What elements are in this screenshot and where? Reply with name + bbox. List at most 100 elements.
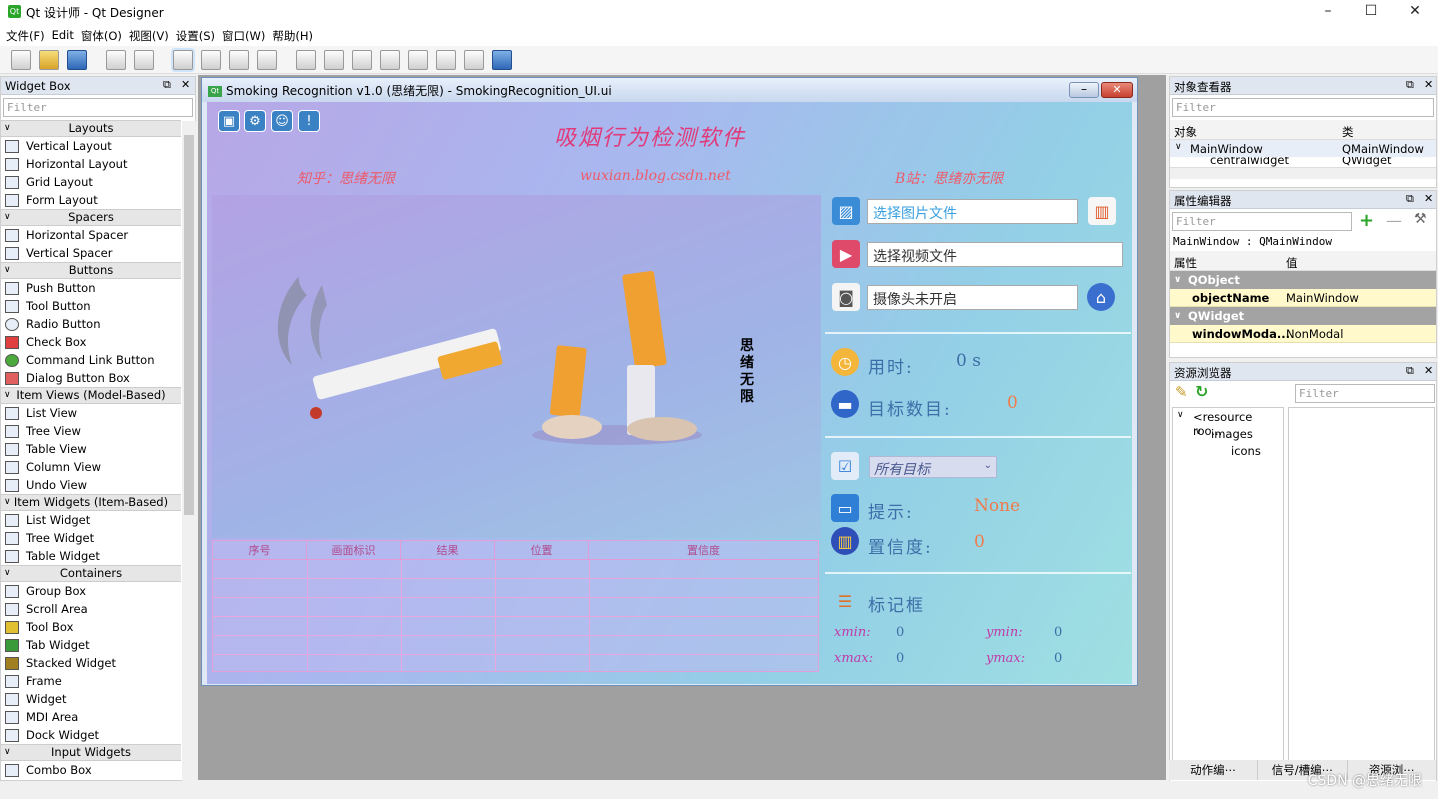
float-icon[interactable]: ⧉ bbox=[163, 78, 171, 92]
col-index[interactable]: 序号 bbox=[213, 541, 307, 559]
layout-splitter-v-icon[interactable] bbox=[380, 50, 400, 70]
close-icon[interactable]: ✕ bbox=[181, 78, 190, 91]
widget-item[interactable]: Widget bbox=[1, 690, 181, 708]
widget-item[interactable]: Frame bbox=[1, 672, 181, 690]
widget-item[interactable]: List View bbox=[1, 404, 181, 422]
col-class[interactable]: 类 bbox=[1342, 124, 1354, 140]
property-filter-input[interactable]: Filter bbox=[1172, 212, 1352, 231]
camera-status-input[interactable]: 摄像头未开启 bbox=[867, 285, 1078, 310]
widget-item[interactable]: Table Widget bbox=[1, 547, 181, 565]
tab-action-editor[interactable]: 动作编⋯ bbox=[1169, 760, 1259, 780]
bring-to-front-icon[interactable] bbox=[134, 50, 154, 70]
info-icon[interactable]: ! bbox=[298, 110, 320, 132]
widget-item[interactable]: Column View bbox=[1, 458, 181, 476]
category-input-widgets[interactable]: ∨ Input Widgets bbox=[1, 744, 181, 761]
edit-widgets-icon[interactable] bbox=[173, 50, 193, 70]
widget-filter-input[interactable]: Filter bbox=[3, 98, 193, 117]
layout-splitter-h-icon[interactable] bbox=[352, 50, 372, 70]
widget-item[interactable]: Dock Widget bbox=[1, 726, 181, 744]
new-file-icon[interactable] bbox=[11, 50, 31, 70]
category-spacers[interactable]: ∨ Spacers bbox=[1, 209, 181, 226]
float-icon[interactable]: ⧉ bbox=[1406, 364, 1414, 378]
close-icon[interactable]: ✕ bbox=[1424, 78, 1433, 91]
widget-item[interactable]: Tool Box bbox=[1, 618, 181, 636]
camera-toggle-icon[interactable]: ⌂ bbox=[1087, 283, 1115, 311]
widget-item[interactable]: Tree View bbox=[1, 422, 181, 440]
widget-item[interactable]: MDI Area bbox=[1, 708, 181, 726]
close-icon[interactable]: ✕ bbox=[1424, 192, 1433, 205]
edit-resources-icon[interactable]: ✎ bbox=[1175, 383, 1188, 401]
tree-row[interactable]: icons bbox=[1173, 442, 1283, 459]
object-h-scrollbar[interactable] bbox=[1170, 167, 1436, 179]
open-folder-icon[interactable] bbox=[39, 50, 59, 70]
float-icon[interactable]: ⧉ bbox=[1406, 192, 1414, 206]
category-containers[interactable]: ∨ Containers bbox=[1, 565, 181, 582]
widget-item[interactable]: Horizontal Spacer bbox=[1, 226, 181, 244]
adjust-size-icon[interactable] bbox=[492, 50, 512, 70]
widget-item[interactable]: Horizontal Layout bbox=[1, 155, 181, 173]
edit-signals-icon[interactable] bbox=[201, 50, 221, 70]
send-to-back-icon[interactable] bbox=[106, 50, 126, 70]
break-layout-icon[interactable] bbox=[464, 50, 484, 70]
video-icon[interactable]: ▶ bbox=[832, 240, 860, 268]
widget-item[interactable]: Grid Layout bbox=[1, 173, 181, 191]
widget-item[interactable]: Tab Widget bbox=[1, 636, 181, 654]
menu-help[interactable]: 帮助(H) bbox=[270, 24, 318, 46]
col-confidence[interactable]: 置信度 bbox=[589, 541, 818, 559]
col-property[interactable]: 属性 bbox=[1174, 255, 1197, 271]
folder-icon[interactable]: ▥ bbox=[1088, 197, 1116, 225]
widget-item[interactable]: Form Layout bbox=[1, 191, 181, 209]
property-row-windowmodality[interactable]: windowModa... NonModal bbox=[1170, 325, 1436, 343]
widget-item[interactable]: Radio Button bbox=[1, 315, 181, 333]
maximize-button[interactable]: ☐ bbox=[1361, 3, 1381, 21]
tree-row[interactable]: ∨ images bbox=[1173, 425, 1283, 442]
tree-row[interactable]: ∨ MainWindow QMainWindow bbox=[1170, 140, 1436, 157]
remove-property-icon[interactable]: — bbox=[1386, 211, 1402, 230]
menu-form[interactable]: 窗体(O) bbox=[79, 24, 127, 46]
category-layouts[interactable]: ∨ Layouts bbox=[1, 120, 181, 137]
category-item-views[interactable]: ∨ Item Views (Model-Based) bbox=[1, 387, 181, 404]
property-group-qwidget[interactable]: ∨ QWidget bbox=[1170, 307, 1436, 325]
widget-item[interactable]: Dialog Button Box bbox=[1, 369, 181, 387]
settings-icon[interactable]: ⚙ bbox=[244, 110, 266, 132]
resource-filter-input[interactable]: Filter bbox=[1295, 384, 1435, 403]
property-row-objectname[interactable]: objectName MainWindow bbox=[1170, 289, 1436, 307]
widget-box-scroll-thumb[interactable] bbox=[184, 135, 194, 515]
widget-item[interactable]: Table View bbox=[1, 440, 181, 458]
minimize-button[interactable]: – bbox=[1318, 3, 1338, 21]
widget-item[interactable]: Push Button bbox=[1, 279, 181, 297]
widget-item[interactable]: Stacked Widget bbox=[1, 654, 181, 672]
property-value[interactable]: NonModal bbox=[1286, 325, 1343, 343]
add-property-icon[interactable]: + bbox=[1359, 210, 1374, 231]
resource-content[interactable] bbox=[1288, 407, 1435, 761]
camera-icon[interactable]: ◙ bbox=[832, 283, 860, 311]
float-icon[interactable]: ⧉ bbox=[1406, 78, 1414, 92]
image-file-input[interactable]: 选择图片文件 bbox=[867, 199, 1078, 224]
widget-item[interactable]: Tool Button bbox=[1, 297, 181, 315]
col-frame-id[interactable]: 画面标识 bbox=[307, 541, 401, 559]
widget-item[interactable]: Vertical Layout bbox=[1, 137, 181, 155]
property-group-qobject[interactable]: ∨ QObject bbox=[1170, 271, 1436, 289]
save-icon[interactable] bbox=[67, 50, 87, 70]
menu-window[interactable]: 窗口(W) bbox=[220, 24, 270, 46]
category-buttons[interactable]: ∨ Buttons bbox=[1, 262, 181, 279]
col-value[interactable]: 值 bbox=[1286, 255, 1298, 271]
col-object[interactable]: 对象 bbox=[1174, 124, 1197, 140]
menu-settings[interactable]: 设置(S) bbox=[174, 24, 220, 46]
widget-item[interactable]: List Widget bbox=[1, 511, 181, 529]
form-close-button[interactable]: ✕ bbox=[1101, 82, 1133, 98]
widget-item[interactable]: Undo View bbox=[1, 476, 181, 494]
menu-file[interactable]: 文件(F) bbox=[4, 24, 50, 46]
property-value[interactable]: MainWindow bbox=[1286, 289, 1359, 307]
form-minimize-button[interactable]: – bbox=[1069, 82, 1099, 98]
reload-icon[interactable]: ↻ bbox=[1195, 382, 1208, 401]
col-result[interactable]: 结果 bbox=[401, 541, 495, 559]
widget-item[interactable]: Check Box bbox=[1, 333, 181, 351]
layout-horizontal-icon[interactable] bbox=[296, 50, 316, 70]
image-icon[interactable]: ▨ bbox=[832, 197, 860, 225]
configure-icon[interactable]: ⚒ bbox=[1414, 211, 1427, 227]
layout-vertical-icon[interactable] bbox=[324, 50, 344, 70]
widget-item[interactable]: Group Box bbox=[1, 582, 181, 600]
object-filter-input[interactable]: Filter bbox=[1172, 98, 1434, 117]
layout-grid-icon[interactable] bbox=[408, 50, 428, 70]
